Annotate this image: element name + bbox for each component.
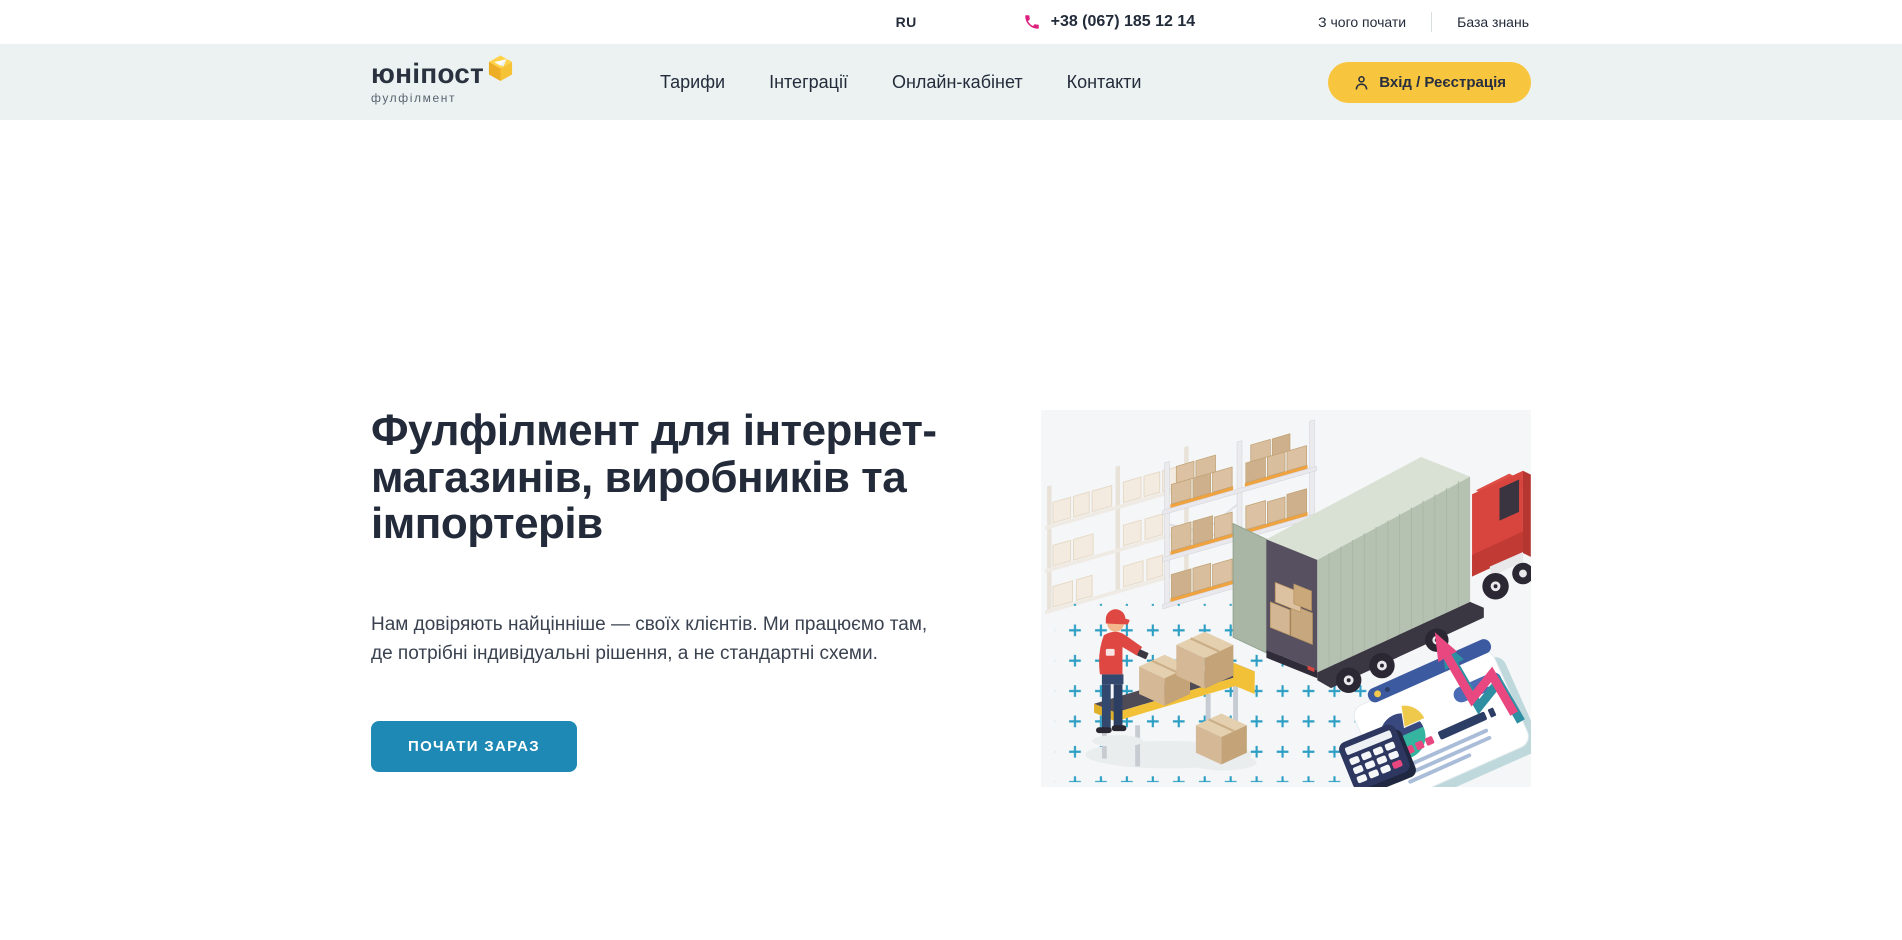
topbar-inner: RU +38 (067) 185 12 14 З чого почати Баз… xyxy=(371,12,1531,32)
language-switcher[interactable]: RU xyxy=(896,14,917,30)
phone-link[interactable]: +38 (067) 185 12 14 xyxy=(1023,13,1196,31)
hero-section: Фулфілмент для інтернет-магазинів, вироб… xyxy=(0,120,1902,927)
hero-illustration xyxy=(1041,408,1531,787)
start-now-button[interactable]: ПОЧАТИ ЗАРАЗ xyxy=(371,721,577,772)
nav-item-integrations[interactable]: Інтеграції xyxy=(769,72,848,93)
user-icon xyxy=(1353,74,1370,91)
phone-icon xyxy=(1023,13,1041,31)
hero-copy: Фулфілмент для інтернет-магазинів, вироб… xyxy=(371,408,1039,772)
cube-send-icon xyxy=(487,54,514,81)
page-title: Фулфілмент для інтернет-магазинів, вироб… xyxy=(371,408,1031,548)
header: юніпост фулфілмент Тарифи Інтеграції Онл… xyxy=(0,44,1902,120)
nav-item-tariffs[interactable]: Тарифи xyxy=(660,72,725,93)
logo[interactable]: юніпост фулфілмент xyxy=(371,60,514,105)
logo-subtitle: фулфілмент xyxy=(371,91,484,105)
logo-name: юніпост xyxy=(371,60,484,88)
topbar: RU +38 (067) 185 12 14 З чого почати Баз… xyxy=(0,0,1902,44)
main-nav: Тарифи Інтеграції Онлайн-кабінет Контакт… xyxy=(660,72,1142,93)
hero-inner: Фулфілмент для інтернет-магазинів, вироб… xyxy=(371,120,1531,927)
topbar-link-knowledge[interactable]: База знань xyxy=(1432,14,1531,30)
nav-item-cabinet[interactable]: Онлайн-кабінет xyxy=(892,72,1023,93)
login-button-label: Вхід / Реєстрація xyxy=(1379,74,1506,91)
warehouse-illustration xyxy=(1041,410,1531,787)
hero-description: Нам довіряють найцінніше — своїх клієнті… xyxy=(371,610,951,669)
topbar-link-start[interactable]: З чого почати xyxy=(1293,14,1431,30)
logo-text: юніпост фулфілмент xyxy=(371,60,484,105)
header-inner: юніпост фулфілмент Тарифи Інтеграції Онл… xyxy=(371,60,1531,105)
nav-item-contacts[interactable]: Контакти xyxy=(1067,72,1142,93)
login-register-button[interactable]: Вхід / Реєстрація xyxy=(1328,62,1531,103)
phone-number: +38 (067) 185 12 14 xyxy=(1051,13,1196,31)
